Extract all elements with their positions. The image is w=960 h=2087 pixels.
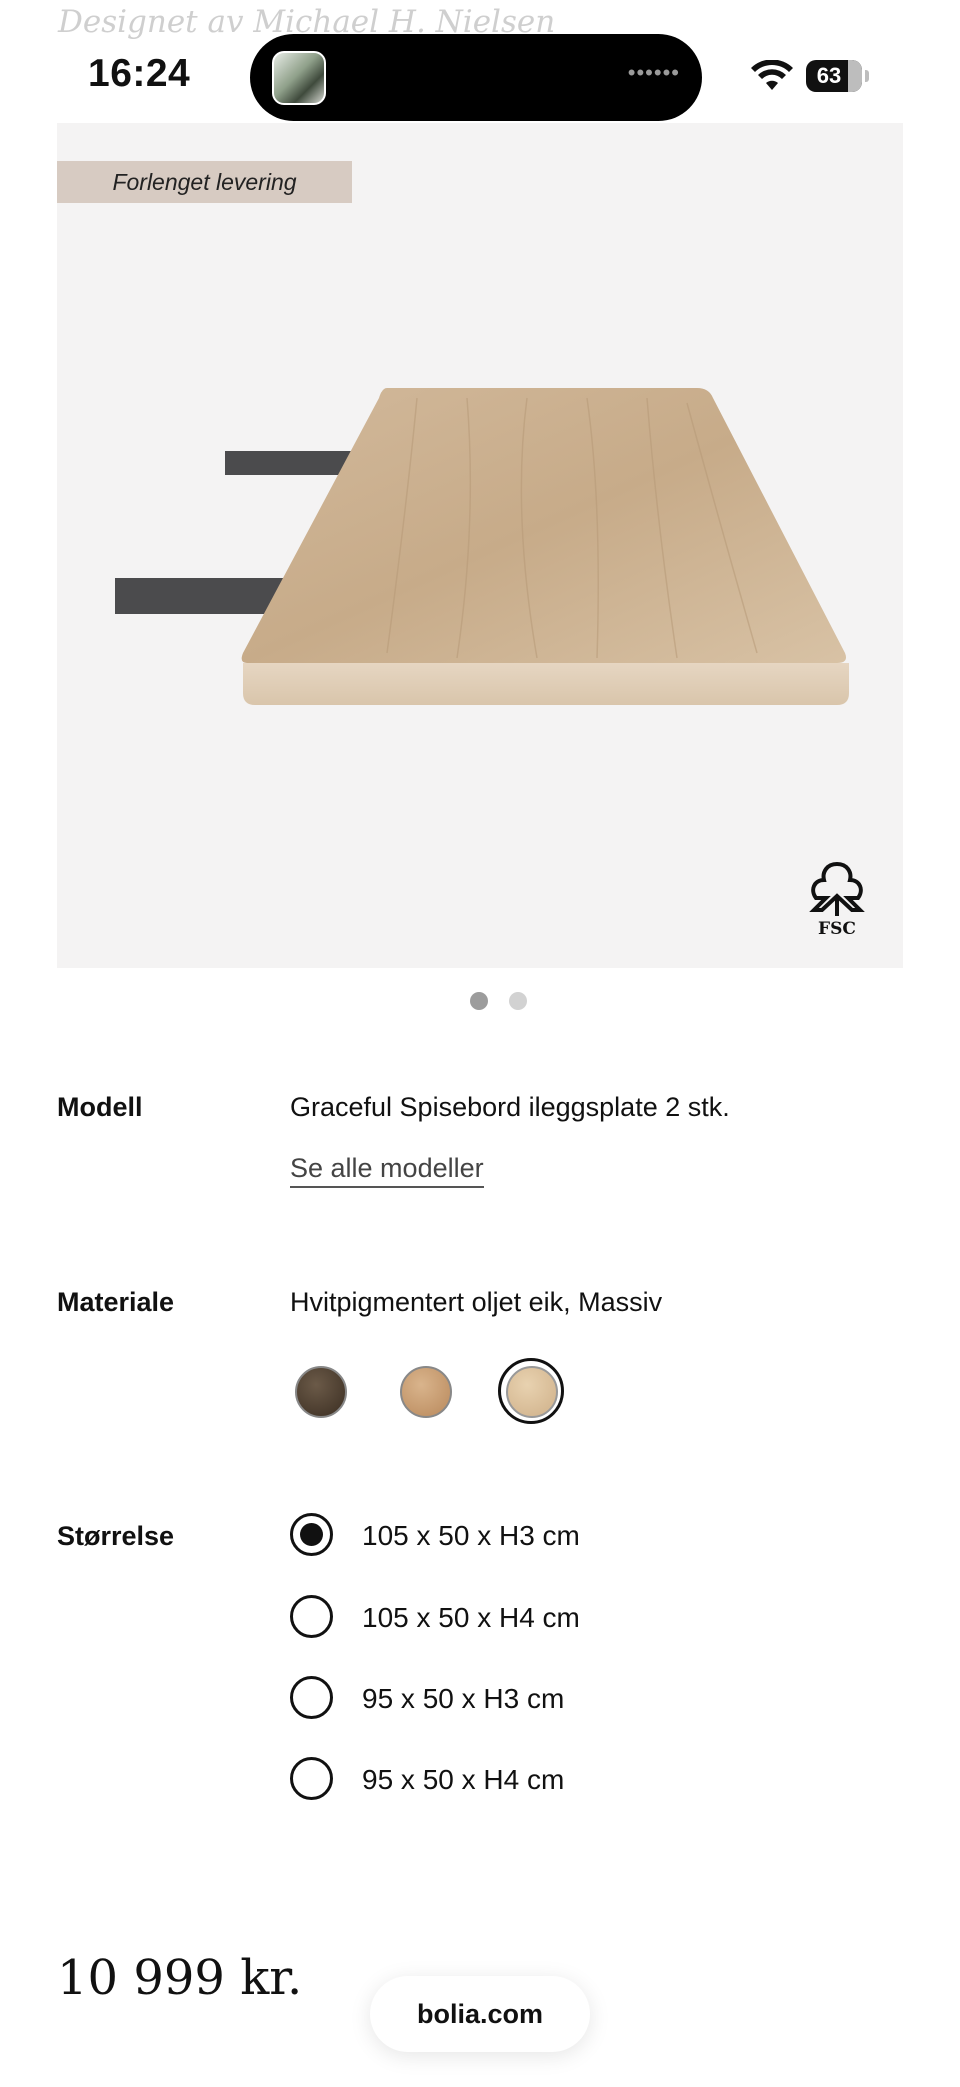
delivery-badge-text: Forlenget levering: [112, 169, 297, 195]
battery-icon: 63: [806, 60, 862, 92]
product-image[interactable]: Forlenget levering FSC: [57, 123, 903, 968]
size-radio-2[interactable]: [290, 1595, 333, 1638]
material-swatch-white-pigmented-oak[interactable]: [506, 1366, 558, 1418]
model-value: Graceful Spisebord ileggsplate 2 stk.: [290, 1092, 730, 1122]
size-option-label: 95 x 50 x H3 cm: [362, 1683, 565, 1714]
status-time: 16:24: [88, 52, 191, 95]
dynamic-island[interactable]: ••••••: [250, 34, 702, 121]
size-radio-4[interactable]: [290, 1757, 333, 1800]
material-value: Hvitpigmentert oljet eik, Massiv: [290, 1287, 663, 1317]
waveform-icon: ••••••: [627, 60, 680, 85]
size-option-label: 95 x 50 x H4 cm: [362, 1764, 565, 1795]
product-price: 10 999 kr.: [57, 1950, 303, 2006]
material-swatch-oak[interactable]: [400, 1366, 452, 1418]
delivery-badge: Forlenget levering: [57, 161, 352, 203]
see-all-models-link[interactable]: Se alle modeller: [290, 1153, 484, 1188]
table-leaf-illustration: [115, 388, 849, 705]
size-option-label: 105 x 50 x H4 cm: [362, 1602, 580, 1633]
size-radio-3[interactable]: [290, 1676, 333, 1719]
material-swatch-dark-oak[interactable]: [295, 1366, 347, 1418]
size-radio-1[interactable]: [290, 1513, 333, 1556]
fsc-logo-icon: FSC: [809, 861, 865, 938]
material-label: Materiale: [57, 1287, 175, 1317]
wifi-icon: [751, 60, 793, 90]
browser-address-pill[interactable]: bolia.com: [370, 1976, 590, 2052]
now-playing-thumbnail: [272, 51, 326, 105]
size-option-label: 105 x 50 x H3 cm: [362, 1520, 580, 1551]
carousel-dot-active[interactable]: [470, 992, 488, 1010]
battery-level: 63: [816, 63, 842, 88]
fsc-label: FSC: [818, 919, 856, 938]
model-label: Modell: [57, 1092, 143, 1122]
size-label: Størrelse: [57, 1521, 175, 1551]
battery-cap: [865, 70, 869, 82]
carousel-dot[interactable]: [509, 992, 527, 1010]
